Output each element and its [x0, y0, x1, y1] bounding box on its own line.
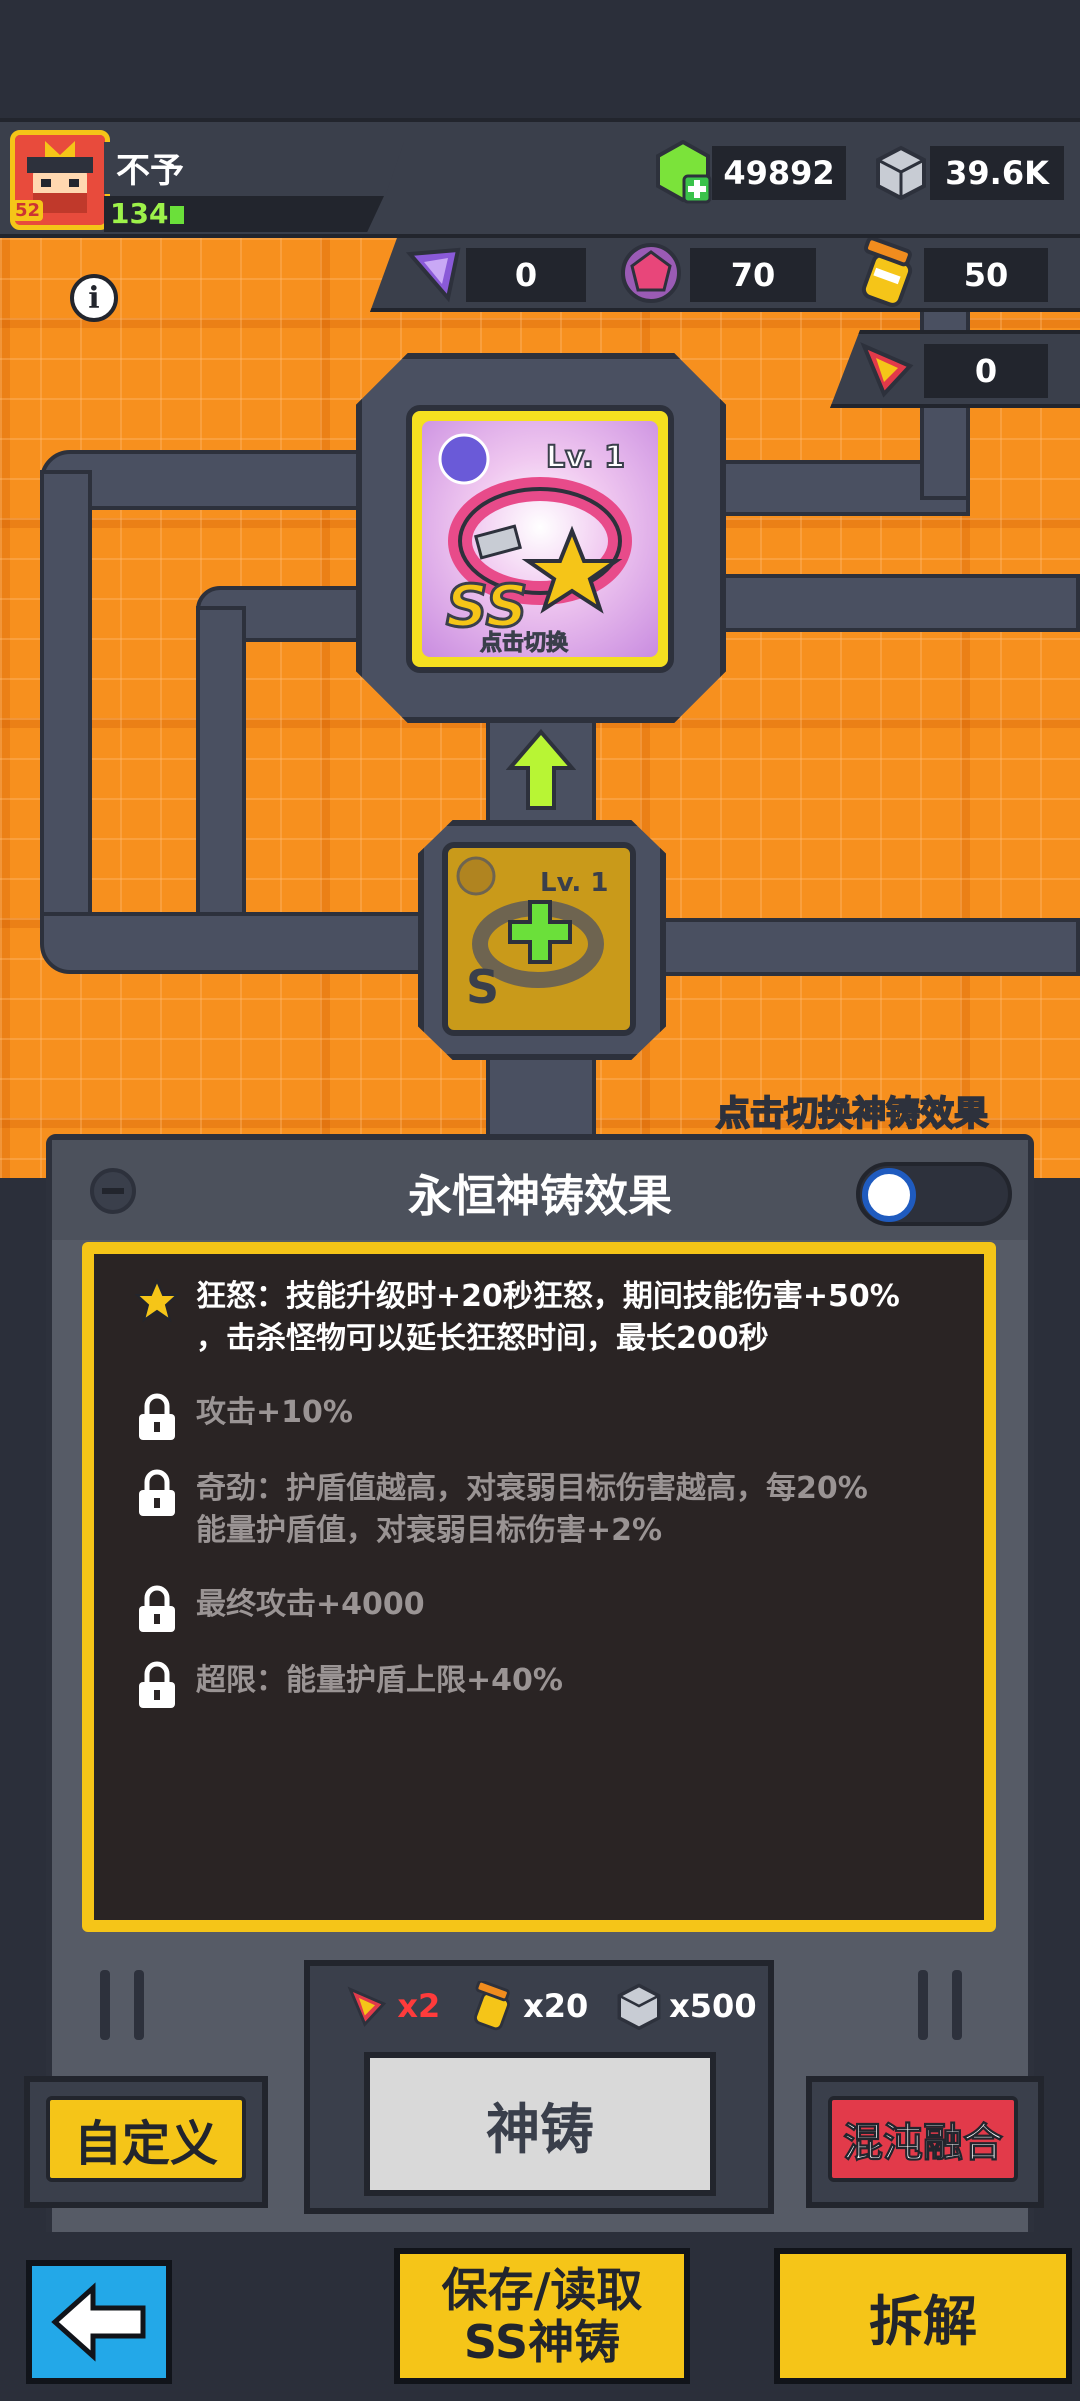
arrow-up-icon: [505, 728, 577, 812]
red-ticket-icon: [854, 336, 920, 402]
level-progress-fill: [170, 206, 184, 224]
purple-crystal-icon: [404, 244, 464, 304]
upper-card-level: Lv. 1: [545, 439, 626, 476]
cube-icon: [874, 144, 928, 200]
effect-row: 攻击+10%: [118, 1392, 978, 1442]
cost-cubes-amount: x500: [669, 1987, 757, 2025]
cube-icon: [617, 1983, 661, 2030]
player-name: 不予: [116, 151, 184, 191]
dismantle-button[interactable]: 拆解: [774, 2248, 1072, 2384]
cubes-count: 39.6K: [930, 146, 1064, 200]
red-ticket-icon: [347, 1986, 387, 2027]
lower-card-level: Lv. 1: [540, 868, 609, 898]
toggle-knob-icon: [862, 1168, 916, 1222]
effect-row: 狂怒：技能升级时+20秒狂怒，期间技能伤害+50% ，击杀怪物可以延长狂怒时间，…: [118, 1276, 978, 1360]
pink-orb-icon: [618, 240, 684, 306]
green-gem-icon[interactable]: [654, 140, 712, 204]
panel-slot: [100, 1970, 110, 2040]
effect-row: 最终攻击+4000: [118, 1584, 978, 1634]
forge-hammer-count: 50: [924, 248, 1048, 302]
lock-icon: [118, 1584, 196, 1634]
effect-row: 超限：能量护盾上限+40%: [118, 1660, 978, 1710]
gems-count: 49892: [712, 146, 846, 200]
lower-card-grade: S: [466, 960, 500, 1014]
purple-crystal-count: 0: [466, 248, 586, 302]
info-icon[interactable]: i: [70, 274, 118, 322]
pipe: [710, 574, 1080, 632]
forge-button[interactable]: 神铸: [364, 2052, 716, 2196]
star-icon: [118, 1276, 196, 1326]
effect-text: 狂怒：技能升级时+20秒狂怒，期间技能伤害+50%: [196, 1279, 900, 1314]
effect-text: 超限：能量护盾上限+40%: [196, 1663, 563, 1698]
pipe: [196, 606, 246, 916]
effect-text: ，击杀怪物可以延长狂怒时间，最长200秒: [196, 1321, 769, 1356]
back-button[interactable]: [26, 2260, 172, 2384]
pipe: [40, 470, 92, 940]
effect-row: 奇劲：护盾值越高，对衰弱目标伤害越高，每20% 能量护盾值，对衰弱目标伤害+2%: [118, 1468, 978, 1552]
chaos-fusion-button[interactable]: 混沌融合: [828, 2096, 1018, 2182]
upper-card-tap-hint: 点击切换: [479, 631, 569, 657]
effect-text: 最终攻击+4000: [196, 1587, 425, 1622]
cost-red-ticket-amount: x2: [397, 1987, 441, 2025]
pink-orb-count: 70: [690, 248, 816, 302]
red-ticket-count: 0: [924, 344, 1048, 398]
save-load-button[interactable]: 保存/读取 SS神铸: [394, 2248, 690, 2384]
status-area: [0, 0, 1080, 118]
plus-icon[interactable]: [508, 900, 572, 964]
custom-button[interactable]: 自定义: [46, 2096, 246, 2182]
effect-text: 攻击+10%: [196, 1395, 353, 1430]
cost-red-ticket: x2: [343, 1982, 440, 2030]
effect-text: 奇劲：护盾值越高，对衰弱目标伤害越高，每20%: [196, 1471, 868, 1506]
arrow-left-icon: [51, 2282, 146, 2362]
effect-text: 能量护盾值，对衰弱目标伤害+2%: [196, 1513, 663, 1548]
cost-row: x2 x20 x500: [330, 1978, 770, 2034]
save-load-label-line1: 保存/读取: [441, 2263, 643, 2317]
panel-slot: [952, 1970, 962, 2040]
panel-slot: [134, 1970, 144, 2040]
save-load-label-line2: SS神铸: [463, 2315, 621, 2369]
forge-hammer-icon: [852, 238, 922, 308]
lock-icon: [118, 1392, 196, 1442]
lock-icon: [118, 1660, 196, 1710]
forge-hammer-icon: [474, 1981, 511, 2031]
cost-forge-hammer: x20: [467, 1981, 588, 2031]
panel-slot: [918, 1970, 928, 2040]
player-level: 134: [110, 197, 169, 230]
switch-effect-label[interactable]: 点击切换神铸效果: [715, 1086, 989, 1135]
pipe: [40, 912, 440, 974]
cost-cubes: x500: [615, 1982, 757, 2030]
cost-forge-hammer-amount: x20: [523, 1987, 589, 2025]
avatar-level-badge: 52: [12, 200, 44, 221]
pipe: [650, 918, 1080, 976]
lock-icon: [118, 1468, 196, 1518]
